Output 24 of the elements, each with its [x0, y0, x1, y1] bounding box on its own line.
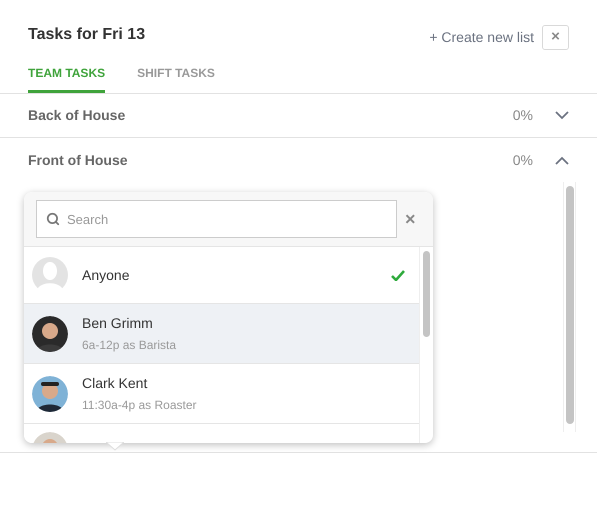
section-percent: 0%	[512, 150, 533, 170]
tab[interactable]: TEAM TASKS	[28, 64, 106, 93]
chevron-up-icon[interactable]	[555, 156, 569, 164]
chevron-down-icon[interactable]	[555, 111, 569, 120]
shift-info: 11:30a-4p as Roaster	[82, 397, 198, 414]
page-title: Tasks for Fri 13	[28, 25, 146, 45]
person-row[interactable]: Anyone	[24, 247, 419, 304]
person-row[interactable]: Ben Grimm 6a-12p as Barista	[24, 304, 419, 364]
person-row[interactable]: Clark Kent 11:30a-4p as Roaster	[24, 364, 419, 424]
clear-button[interactable]: ×	[405, 206, 416, 232]
search-icon	[46, 212, 60, 226]
close-button[interactable]: ×	[542, 24, 569, 50]
section-title[interactable]: Front of House	[28, 150, 513, 170]
scrollbar-thumb[interactable]	[566, 186, 574, 424]
shift-info: 6a-12p as Barista	[82, 337, 178, 354]
create-list-button[interactable]: + Create new list	[429, 26, 534, 48]
section-percent: 0%	[512, 106, 533, 125]
section-title[interactable]: Back of House	[28, 105, 513, 126]
person-name: Ben Grimm	[82, 314, 154, 333]
default-avatar-icon	[32, 257, 68, 293]
scrollbar-thumb[interactable]	[423, 251, 430, 337]
person-name: Clark Kent	[82, 374, 148, 393]
search-field[interactable]: Search	[36, 200, 397, 238]
person-name: Anyone	[82, 266, 130, 285]
